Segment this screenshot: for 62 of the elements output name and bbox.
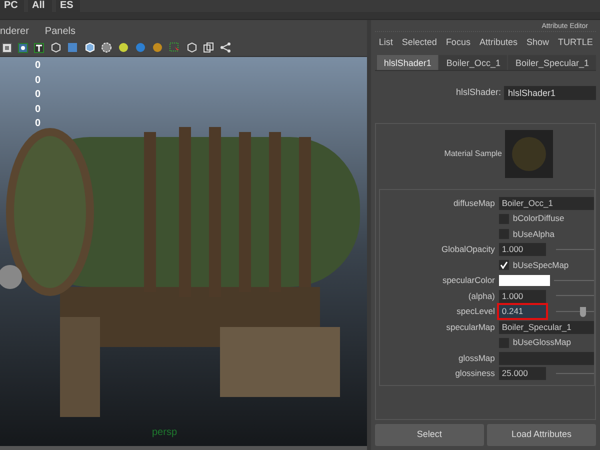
text-field[interactable]: Boiler_Specular_1: [498, 320, 594, 334]
menu-item[interactable]: List: [378, 36, 393, 50]
text-field[interactable]: Boiler_Occ_1: [498, 196, 594, 210]
checkbox[interactable]: [498, 214, 509, 224]
menu-item[interactable]: nderer: [0, 24, 29, 38]
text-icon[interactable]: [34, 42, 44, 52]
field-label: (alpha): [468, 290, 495, 301]
checkbox-label: bUseSpecMap: [512, 258, 569, 272]
checker-icon[interactable]: [101, 42, 112, 53]
checkbox[interactable]: [498, 229, 509, 239]
slider-thumb[interactable]: [580, 306, 586, 316]
tab[interactable]: hlslShader1: [376, 55, 438, 70]
field-label: specularColor: [442, 275, 495, 286]
cube-icon[interactable]: [186, 42, 197, 53]
name-field[interactable]: hlslShader1: [504, 86, 596, 100]
material-sample-preview: [505, 130, 553, 178]
field-label: specLevel: [456, 306, 495, 316]
number-field[interactable]: 1.000: [498, 243, 546, 256]
checkbox[interactable]: [498, 260, 509, 270]
select-icon[interactable]: [169, 42, 180, 53]
tab[interactable]: Boiler_Specular_1: [508, 55, 596, 70]
menu-item[interactable]: Attributes: [479, 36, 518, 50]
hud-value: 0: [35, 102, 41, 116]
field-label: glossMap: [458, 352, 495, 363]
grid-icon[interactable]: [18, 42, 28, 52]
field-label: Material Sample: [444, 148, 502, 160]
tab[interactable]: Boiler_Occ_1: [439, 55, 508, 70]
nodes-icon[interactable]: [220, 42, 231, 53]
grid-icon[interactable]: [2, 42, 12, 52]
tab[interactable]: All: [28, 0, 52, 12]
tab[interactable]: ES: [56, 0, 80, 12]
text-field[interactable]: [498, 352, 594, 364]
copy-icon[interactable]: [203, 42, 214, 53]
button[interactable]: Select: [374, 424, 484, 446]
menu-item[interactable]: TURTLE: [558, 36, 593, 50]
field-label: glossiness: [455, 368, 495, 378]
light-icon[interactable]: [118, 42, 129, 53]
cube-icon[interactable]: [50, 42, 61, 53]
number-field[interactable]: 25.000: [498, 367, 546, 380]
number-field[interactable]: 1.000: [498, 290, 546, 302]
menu-item[interactable]: Selected: [402, 36, 437, 50]
button[interactable]: Load Attributes: [486, 424, 596, 446]
checkbox-label: bUseGlossMap: [512, 336, 571, 349]
menu-item[interactable]: Show: [526, 36, 549, 50]
hud-value: 0: [35, 59, 41, 73]
checkbox[interactable]: [498, 338, 509, 348]
menu-item[interactable]: Focus: [446, 36, 470, 50]
hud-value: 0: [35, 117, 41, 131]
color-swatch[interactable]: [498, 275, 550, 286]
field-label: GlobalOpacity: [442, 244, 495, 254]
number-field[interactable]: 0.241: [498, 305, 546, 318]
checkbox-label: bUseAlpha: [512, 228, 554, 240]
hud-value: 0: [35, 74, 41, 88]
checkbox-label: bColorDiffuse: [512, 212, 564, 225]
camera-label: persp: [152, 426, 178, 440]
tab[interactable]: PC: [0, 0, 24, 12]
field-label: diffuseMap: [453, 198, 495, 208]
field-label: hlslShader:: [456, 86, 501, 100]
sphere-icon[interactable]: [152, 42, 163, 53]
menu-item[interactable]: Panels: [44, 24, 76, 38]
field-label: specularMap: [446, 322, 495, 332]
hud-value: 0: [35, 88, 41, 102]
